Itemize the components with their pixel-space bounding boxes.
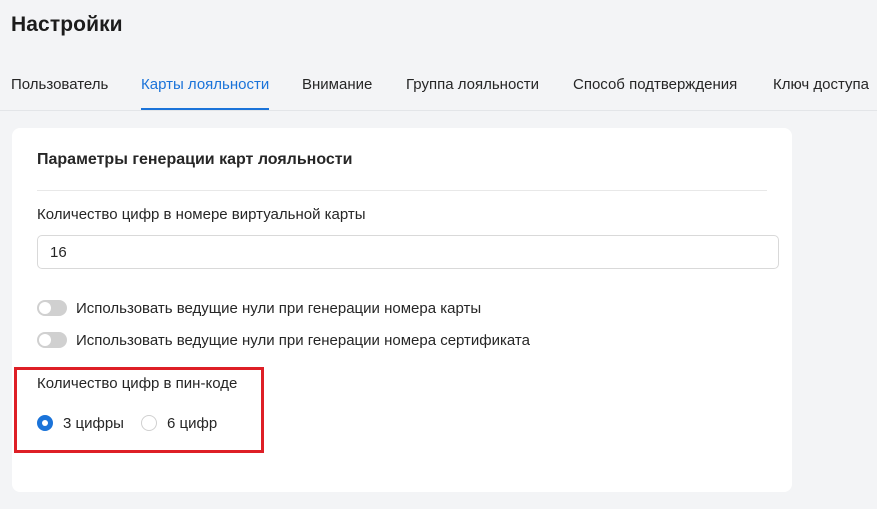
leading-zeros-certificate-row: Использовать ведущие нули при генерации …	[37, 329, 530, 351]
leading-zeros-card-label: Использовать ведущие нули при генерации …	[76, 299, 482, 317]
toggle-knob	[39, 302, 51, 314]
loyalty-card-settings-panel: Параметры генерации карт лояльности Коли…	[12, 128, 792, 492]
leading-zeros-card-toggle[interactable]	[37, 300, 67, 316]
tab-access-key[interactable]: Ключ доступа	[773, 76, 869, 108]
tab-user[interactable]: Пользователь	[11, 76, 108, 108]
tab-loyalty-group[interactable]: Группа лояльности	[406, 76, 539, 108]
tab-bar: Пользователь Карты лояльности Внимание Г…	[0, 62, 877, 111]
leading-zeros-card-row: Использовать ведущие нули при генерации …	[37, 297, 481, 319]
card-divider	[37, 190, 767, 191]
pin-option-3-digits[interactable]: 3 цифры	[37, 413, 124, 433]
radio-checked-icon[interactable]	[37, 415, 53, 431]
pin-option-6-label: 6 цифр	[167, 414, 218, 432]
digits-field-label: Количество цифр в номере виртуальной кар…	[37, 206, 366, 223]
tab-confirmation-method[interactable]: Способ подтверждения	[573, 76, 737, 108]
radio-unchecked-icon[interactable]	[141, 415, 157, 431]
page-title: Настройки	[11, 13, 123, 36]
pin-option-3-label: 3 цифры	[63, 414, 124, 432]
pin-option-6-digits[interactable]: 6 цифр	[141, 413, 217, 433]
tab-attention[interactable]: Внимание	[302, 76, 372, 108]
card-title: Параметры генерации карт лояльности	[37, 151, 353, 168]
pin-digits-label: Количество цифр в пин-коде	[37, 375, 238, 392]
toggle-knob	[39, 334, 51, 346]
leading-zeros-certificate-label: Использовать ведущие нули при генерации …	[76, 331, 530, 349]
leading-zeros-certificate-toggle[interactable]	[37, 332, 67, 348]
card-digits-input[interactable]	[37, 235, 779, 269]
tab-loyalty-cards[interactable]: Карты лояльности	[141, 76, 270, 110]
